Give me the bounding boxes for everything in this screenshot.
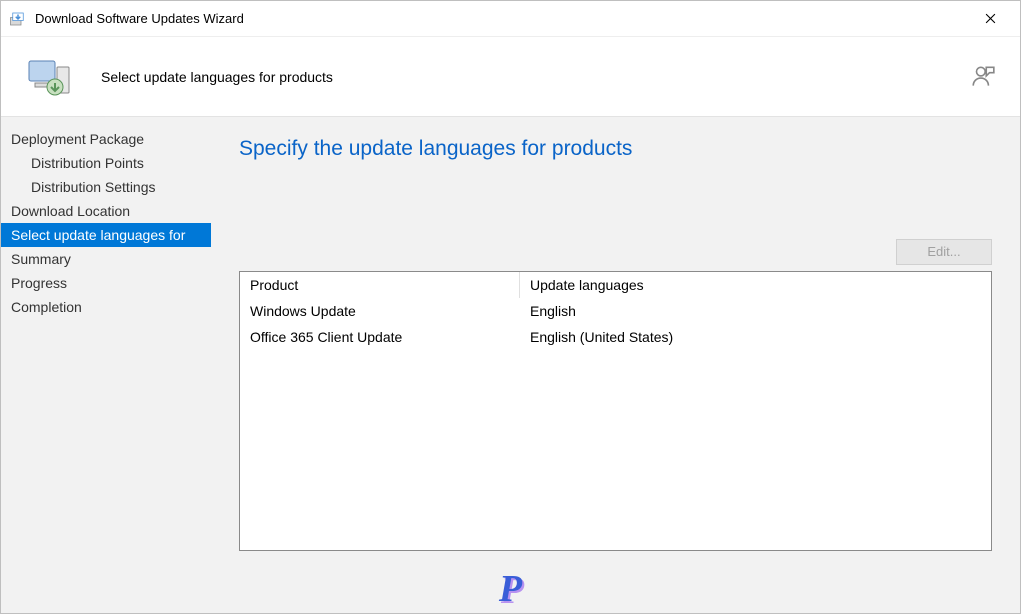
- feedback-icon[interactable]: [970, 64, 996, 90]
- wizard-icon: [25, 53, 73, 101]
- window-title: Download Software Updates Wizard: [35, 11, 968, 26]
- cell-product: Office 365 Client Update: [240, 324, 520, 350]
- wizard-subtitle: Select update languages for products: [101, 69, 333, 85]
- cell-languages: English: [520, 298, 991, 324]
- sidebar-step-1[interactable]: Distribution Points: [1, 151, 211, 175]
- cell-product: Windows Update: [240, 298, 520, 324]
- content-pane: Specify the update languages for product…: [211, 117, 1020, 613]
- cell-languages: English (United States): [520, 324, 991, 350]
- table-row[interactable]: Office 365 Client UpdateEnglish (United …: [240, 324, 991, 350]
- table-body: Windows UpdateEnglishOffice 365 Client U…: [240, 298, 991, 550]
- sidebar-step-6[interactable]: Progress: [1, 271, 211, 295]
- sidebar-step-3[interactable]: Download Location: [1, 199, 211, 223]
- sidebar-step-5[interactable]: Summary: [1, 247, 211, 271]
- titlebar: Download Software Updates Wizard: [1, 1, 1020, 37]
- page-title: Specify the update languages for product…: [239, 137, 992, 161]
- sidebar-step-2[interactable]: Distribution Settings: [1, 175, 211, 199]
- sidebar-step-7[interactable]: Completion: [1, 295, 211, 319]
- wizard-window: Download Software Updates Wizard Select …: [0, 0, 1021, 614]
- column-header-product[interactable]: Product: [240, 272, 520, 298]
- languages-table: Product Update languages Windows UpdateE…: [239, 271, 992, 551]
- edit-button[interactable]: Edit...: [896, 239, 992, 265]
- edit-row: Edit...: [239, 239, 992, 265]
- sidebar-step-0[interactable]: Deployment Package: [1, 127, 211, 151]
- sidebar-step-4[interactable]: Select update languages for: [1, 223, 211, 247]
- table-header: Product Update languages: [240, 272, 991, 298]
- app-icon: [9, 10, 27, 28]
- column-header-languages[interactable]: Update languages: [520, 272, 991, 298]
- table-row[interactable]: Windows UpdateEnglish: [240, 298, 991, 324]
- wizard-body: Deployment PackageDistribution PointsDis…: [1, 117, 1020, 613]
- sidebar: Deployment PackageDistribution PointsDis…: [1, 117, 211, 613]
- wizard-header: Select update languages for products: [1, 37, 1020, 117]
- close-button[interactable]: [968, 5, 1012, 33]
